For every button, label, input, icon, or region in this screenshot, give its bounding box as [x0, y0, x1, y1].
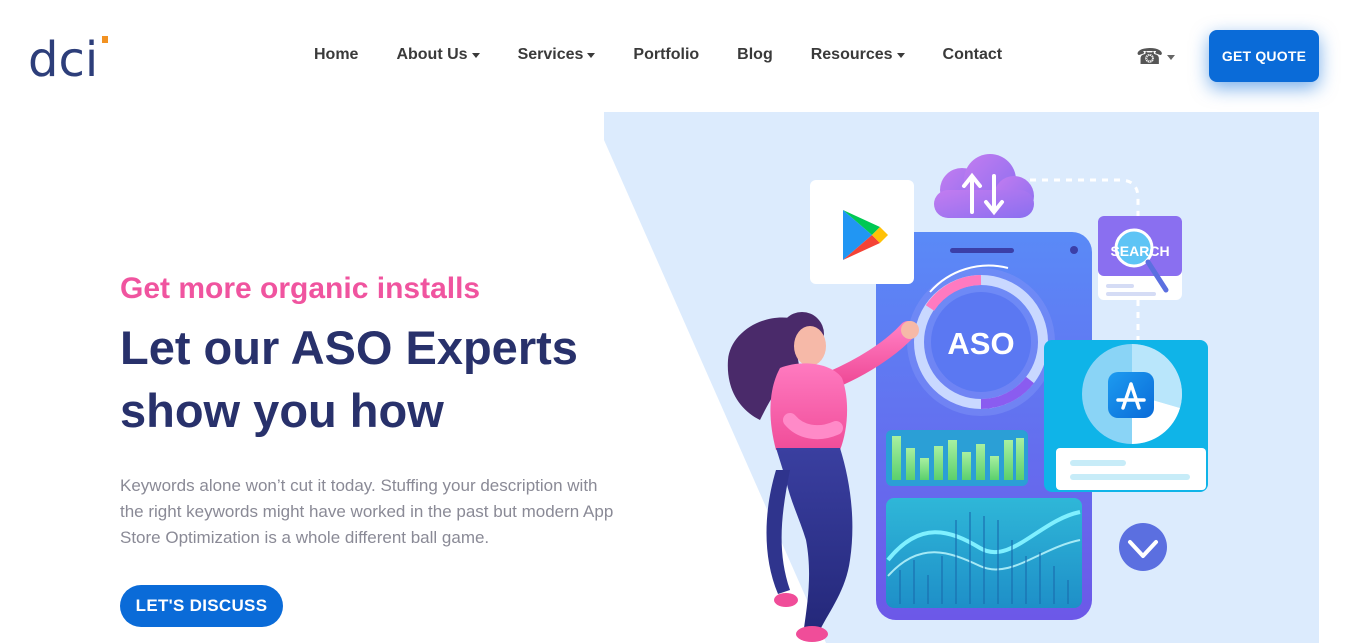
- nav-label: Resources: [810, 46, 893, 63]
- nav-item-portfolio[interactable]: Portfolio: [633, 46, 699, 64]
- nav-label: About Us: [396, 46, 468, 63]
- aso-label: ASO: [947, 326, 1014, 361]
- logo-text: dci: [28, 32, 98, 82]
- hero-headline: Let our ASO Experts show you how: [120, 321, 578, 437]
- app-store-icon: [1108, 372, 1154, 418]
- hero-eyebrow: Get more organic installs: [120, 272, 481, 305]
- phone-icon: ☎: [1136, 44, 1164, 69]
- get-quote-button[interactable]: GET QUOTE: [1209, 30, 1319, 82]
- dci-logo[interactable]: dci: [28, 30, 118, 82]
- logo-dot: [102, 36, 108, 43]
- nav-item-home[interactable]: Home: [314, 46, 358, 64]
- caret-down-icon: [1167, 54, 1176, 60]
- nav-label: Contact: [942, 46, 1003, 63]
- nav-item-about-us[interactable]: About Us: [396, 46, 480, 64]
- nav-item-services[interactable]: Services: [518, 46, 596, 64]
- nav-item-blog[interactable]: Blog: [737, 46, 773, 64]
- nav-item-contact[interactable]: Contact: [943, 46, 1003, 64]
- caret-down-icon: [587, 52, 596, 58]
- nav-label: Portfolio: [633, 46, 700, 63]
- nav-item-resources[interactable]: Resources: [811, 46, 905, 64]
- phone-camera: [1070, 246, 1078, 254]
- caret-down-icon: [471, 52, 480, 58]
- hero-description: Keywords alone won’t cut it today. Stuff…: [120, 476, 614, 547]
- lets-discuss-button[interactable]: LET'S DISCUSS: [120, 585, 283, 627]
- nav-label: Blog: [737, 46, 773, 63]
- search-card-line: [1106, 292, 1156, 296]
- site-header: dci Home About Us Services Portfolio Blo…: [0, 0, 1366, 112]
- nav-label: Home: [314, 46, 359, 63]
- phone-speaker: [950, 248, 1014, 253]
- app-store-card-footer: [1056, 448, 1206, 490]
- app-store-card-line: [1070, 460, 1126, 466]
- app-store-card-line: [1070, 474, 1190, 480]
- caret-down-icon: [896, 52, 905, 58]
- search-label: SEARCH: [1110, 243, 1169, 259]
- phone-dropdown[interactable]: ☎: [1136, 44, 1176, 70]
- nav-label: Services: [517, 46, 584, 63]
- main-nav: Home About Us Services Portfolio Blog Re…: [314, 46, 1040, 64]
- scroll-down-icon[interactable]: [1119, 523, 1167, 571]
- search-card-line: [1106, 284, 1134, 288]
